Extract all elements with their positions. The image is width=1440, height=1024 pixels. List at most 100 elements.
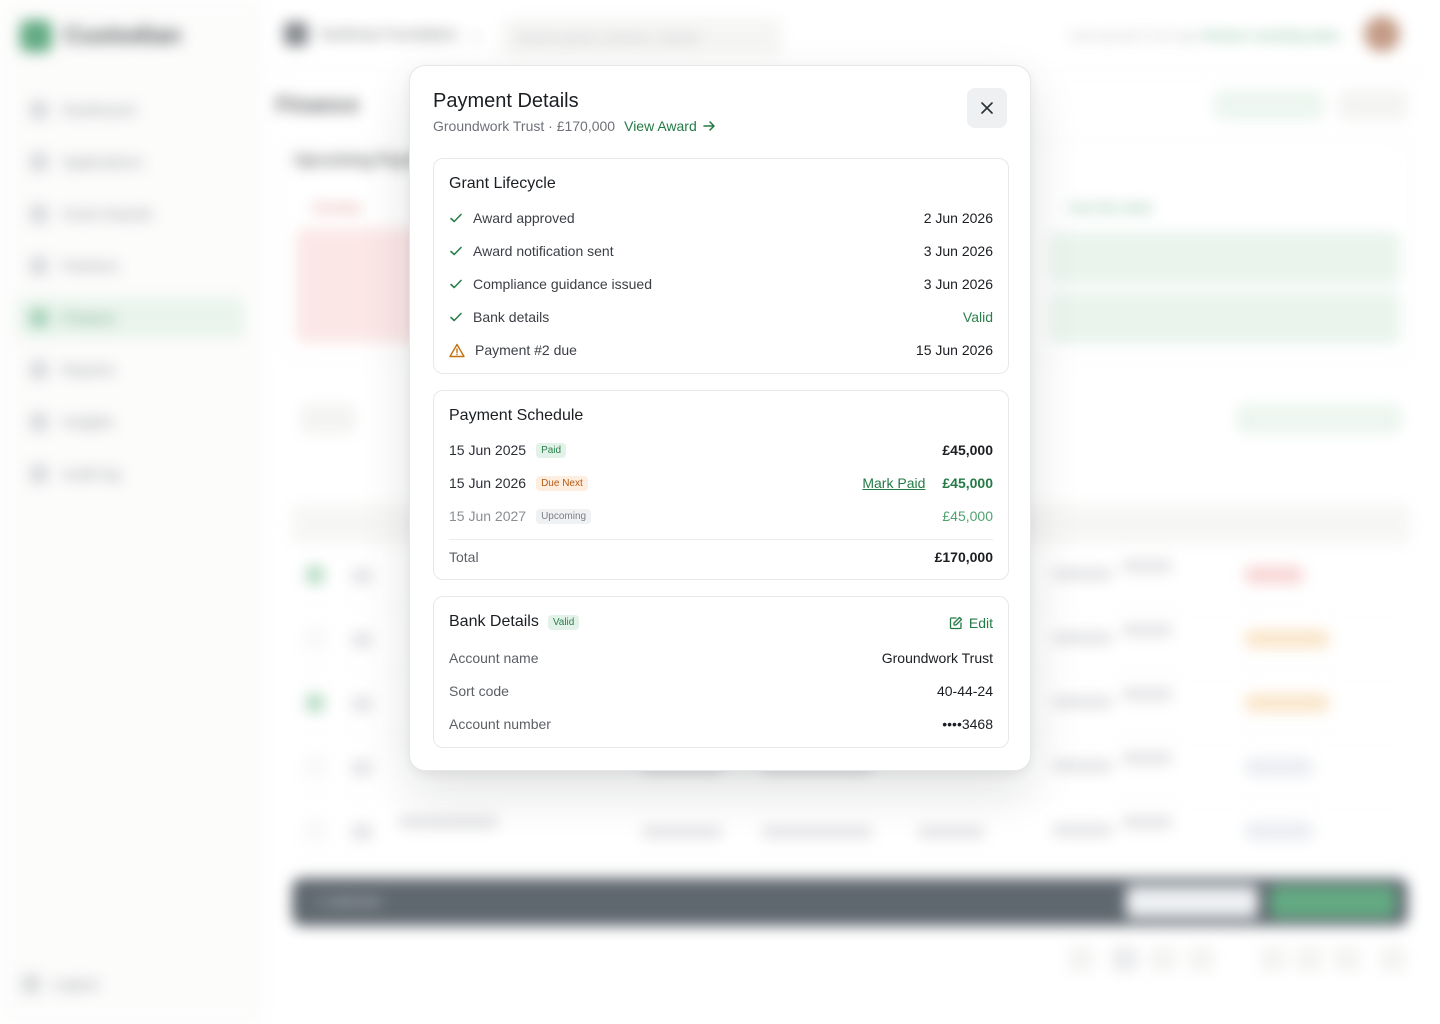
status-badge [1244, 566, 1304, 584]
export-button[interactable] [1236, 404, 1402, 434]
payment-row: 15 Jun 2027 Upcoming £45,000 [449, 508, 993, 524]
top-bar: Northrop Foundation ⌄ Search grants, part… [262, 0, 1440, 72]
due-item[interactable] [1050, 232, 1400, 284]
workspace-icon [284, 22, 308, 46]
avatar[interactable] [1364, 16, 1400, 52]
check-icon [450, 213, 462, 223]
tab-all[interactable] [300, 404, 356, 434]
awards-icon [30, 205, 48, 223]
sidebar-item-insights[interactable]: Insights [18, 402, 244, 442]
lifecycle-item: Award approved 2 Jun 2026 [449, 208, 993, 228]
payment-details-modal: Payment Details Groundwork Trust · £170,… [409, 65, 1031, 771]
check-icon [450, 279, 462, 289]
lifecycle-title: Grant Lifecycle [449, 175, 556, 192]
pager-page[interactable] [1260, 946, 1286, 972]
finance-icon [30, 309, 48, 327]
sidebar-item-partners[interactable]: Partners [18, 246, 244, 286]
bulk-action-bar: 1 selected [292, 878, 1408, 926]
partners-icon [30, 257, 48, 275]
grant-lifecycle-section: Grant Lifecycle Award approved 2 Jun 202… [433, 158, 1009, 374]
status-badge [1244, 630, 1330, 648]
logout-button[interactable]: Logout [22, 975, 98, 993]
status-badge [1244, 694, 1330, 712]
bulk-primary-button[interactable] [1270, 886, 1396, 918]
modal-subtitle: Groundwork Trust · £170,000 View Award [433, 118, 716, 134]
sidebar-item-grant-awards[interactable]: Grant Awards [18, 194, 244, 234]
sidebar-item-reports[interactable]: Reports [18, 350, 244, 390]
bank-details-section: Bank Details Valid Edit Account name Gro… [433, 596, 1009, 748]
status-badge: Paid [536, 442, 567, 458]
logo-icon [20, 20, 52, 52]
sidebar-item-audit-log[interactable]: Audit log [18, 454, 244, 494]
bank-title: Bank Details [449, 613, 539, 630]
schedule-title: Payment Schedule [449, 407, 584, 424]
warning-icon [449, 343, 465, 357]
bank-field-account-number: Account number ••••3468 [449, 716, 993, 732]
lifecycle-item: Award notification sent 3 Jun 2026 [449, 241, 993, 261]
status-badge [1244, 822, 1314, 840]
close-icon [981, 102, 993, 114]
reports-icon [30, 361, 48, 379]
lifecycle-item: Compliance guidance issued 3 Jun 2026 [449, 274, 993, 294]
chevron-down-icon: ⌄ [469, 26, 483, 43]
selection-count: 1 selected [316, 893, 380, 909]
status-badge [1244, 758, 1314, 776]
pager-page[interactable] [1334, 946, 1360, 972]
mark-paid-link[interactable]: Mark Paid [862, 475, 925, 491]
pager-page[interactable] [1150, 946, 1176, 972]
due-item[interactable] [1050, 292, 1400, 344]
edit-icon [949, 616, 963, 630]
row-checkbox[interactable] [306, 630, 324, 648]
row-checkbox[interactable] [306, 694, 324, 712]
app-name: Custodian [64, 22, 182, 49]
total-row: Total £170,000 [449, 549, 993, 565]
check-icon [450, 246, 462, 256]
bank-field-account-name: Account name Groundwork Trust [449, 650, 993, 666]
row-checkbox[interactable] [306, 758, 324, 776]
lifecycle-item: Payment #2 due 15 Jun 2026 [449, 340, 993, 360]
pager-page[interactable] [1112, 946, 1138, 972]
edit-bank-button[interactable]: Edit [949, 615, 993, 631]
status-badge: Due Next [536, 475, 588, 491]
view-award-link[interactable]: View Award [624, 118, 716, 134]
logout-icon [22, 975, 40, 993]
sync-status: Last synced 2 min ago Review 4 pending t… [1068, 28, 1340, 43]
due-soon-label: Due this week [1070, 200, 1152, 215]
app-logo: Custodian [20, 20, 181, 52]
search-input[interactable]: Search grants, partners, reports [502, 18, 782, 56]
modal-title: Payment Details [433, 90, 579, 112]
overdue-label: Overdue [312, 200, 362, 215]
payment-schedule-section: Payment Schedule 15 Jun 2025 Paid £45,00… [433, 390, 1009, 580]
status-badge: Valid [547, 614, 580, 630]
pager-next[interactable] [1380, 946, 1406, 972]
audit-icon [30, 465, 48, 483]
payment-row: 15 Jun 2025 Paid £45,000 [449, 442, 993, 458]
row-checkbox[interactable] [306, 822, 324, 840]
payment-row: 15 Jun 2026 Due Next Mark Paid £45,000 [449, 475, 993, 491]
pending-tasks-link[interactable]: Review 4 pending tasks [1203, 28, 1340, 43]
page-title: Finance [276, 92, 360, 117]
status-badge: Upcoming [536, 508, 592, 524]
bulk-secondary-button[interactable] [1126, 886, 1258, 918]
bank-field-sort-code: Sort code 40-44-24 [449, 683, 993, 699]
insights-icon [30, 413, 48, 431]
period-select[interactable] [1338, 90, 1408, 120]
sidebar-item-finance[interactable]: Finance [18, 298, 244, 338]
check-icon [450, 312, 462, 322]
pager-page[interactable] [1188, 946, 1214, 972]
row-checkbox[interactable] [306, 566, 324, 584]
sidebar: Custodian Dashboard Applications Grant A… [0, 0, 262, 1024]
sidebar-item-applications[interactable]: Applications [18, 142, 244, 182]
close-button[interactable] [967, 88, 1007, 128]
pager-page[interactable] [1296, 946, 1322, 972]
table-row[interactable] [292, 800, 1410, 864]
pager-prev[interactable] [1068, 946, 1094, 972]
dashboard-icon [30, 101, 48, 119]
lifecycle-item: Bank details Valid [449, 307, 993, 327]
sidebar-item-dashboard[interactable]: Dashboard [18, 90, 244, 130]
filter-pill[interactable] [1214, 90, 1324, 120]
applications-icon [30, 153, 48, 171]
overdue-panel [296, 228, 426, 343]
arrow-right-icon [703, 121, 715, 131]
workspace-switcher[interactable]: Northrop Foundation ⌄ [284, 22, 482, 46]
